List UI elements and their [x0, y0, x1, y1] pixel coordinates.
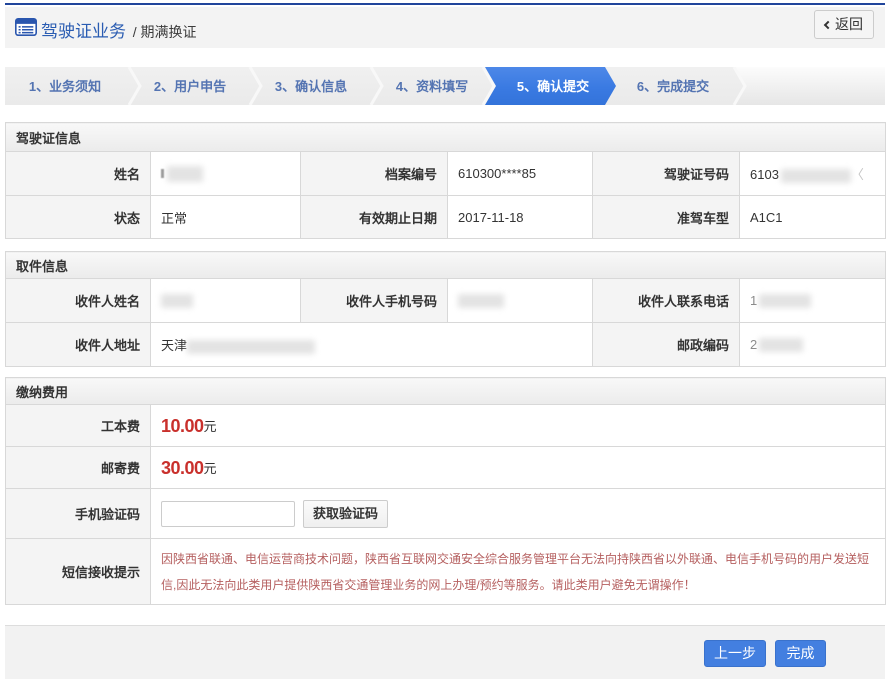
svg-text:4、资料填写: 4、资料填写 — [396, 79, 468, 94]
svg-text:6、完成提交: 6、完成提交 — [637, 79, 709, 94]
svg-text:1、业务须知: 1、业务须知 — [29, 79, 101, 94]
svg-text:5、确认提交: 5、确认提交 — [517, 79, 589, 94]
svg-text:2、用户申告: 2、用户申告 — [154, 79, 226, 94]
svg-text:3、确认信息: 3、确认信息 — [275, 79, 347, 94]
